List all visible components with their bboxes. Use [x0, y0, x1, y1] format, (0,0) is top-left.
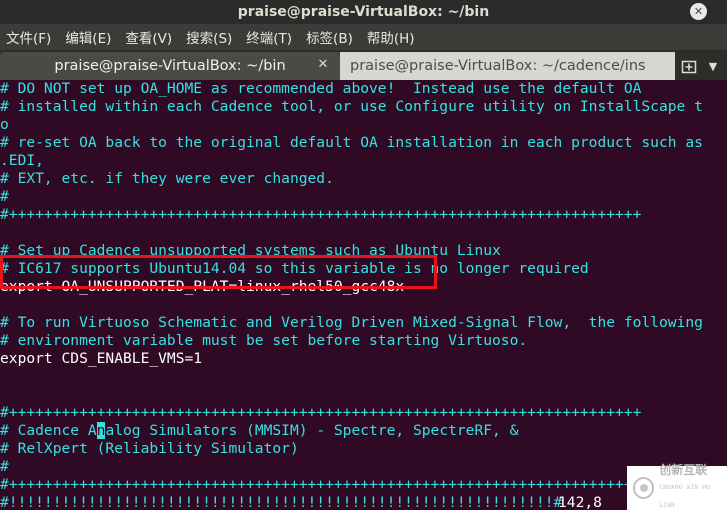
tab-bar: praise@praise-VirtualBox: ~/bin ✕ praise… [0, 50, 727, 80]
tab-label: praise@praise-VirtualBox: ~/cadence/inst… [350, 58, 646, 74]
close-icon[interactable]: ✕ [315, 57, 331, 73]
terminal-line: #!!!!!!!!!!!!!!!!!!!!!!!!!!!!!!!!!!!!!!!… [0, 494, 563, 510]
tab-bin[interactable]: praise@praise-VirtualBox: ~/bin ✕ [0, 52, 340, 80]
cursor-position: 142,8 [558, 494, 602, 510]
terminal-line: #+++++++++++++++++++++++++++++++++++++++… [0, 476, 642, 493]
menu-terminal[interactable]: 终端(T) [246, 27, 292, 47]
terminal-line: # [0, 458, 9, 475]
menu-tabs[interactable]: 标签(B) [306, 27, 353, 47]
menu-help[interactable]: 帮助(H) [367, 27, 415, 47]
watermark-sub: CHUANG XIN HU LIAN [659, 484, 711, 509]
terminal-line: export CDS_ENABLE_VMS=1 [0, 350, 203, 367]
menu-edit[interactable]: 编辑(E) [65, 27, 111, 47]
highlight-annotation-box [0, 255, 437, 289]
menu-file[interactable]: 文件(F) [6, 27, 51, 47]
terminal-line: # installed within each Cadence tool, or… [0, 98, 703, 115]
new-tab-icon[interactable] [675, 52, 703, 80]
terminal-line: o [0, 116, 9, 133]
terminal-line: # DO NOT set up OA_HOME as recommended a… [0, 80, 642, 97]
window-title: praise@praise-VirtualBox: ~/bin [237, 4, 490, 20]
terminal-line: # EXT, etc. if they were ever changed. [0, 170, 334, 187]
chevron-down-icon[interactable]: ▼ [703, 52, 723, 80]
watermark: 创新互联 CHUANG XIN HU LIAN [627, 463, 727, 510]
tab-label: praise@praise-VirtualBox: ~/bin [54, 58, 286, 74]
terminal-line: #+++++++++++++++++++++++++++++++++++++++… [0, 206, 642, 223]
text-cursor: n [96, 422, 106, 439]
terminal-line: # RelXpert (Reliability Simulator) [0, 440, 299, 457]
terminal-line: .EDI, [0, 152, 44, 169]
watermark-name: 创新互联 [659, 463, 708, 477]
title-bar[interactable]: praise@praise-VirtualBox: ~/bin ✕ [0, 0, 727, 24]
terminal-content[interactable]: export MMSIMHOME=$CADHOME/MMSIM151#!!!!!… [0, 80, 727, 510]
tab-cadence[interactable]: praise@praise-VirtualBox: ~/cadence/inst… [340, 52, 675, 80]
terminal-line: # environment variable must be set befor… [0, 332, 528, 349]
menu-bar: 文件(F) 编辑(E) 查看(V) 搜索(S) 终端(T) 标签(B) 帮助(H… [0, 24, 727, 50]
terminal-line: #+++++++++++++++++++++++++++++++++++++++… [0, 404, 642, 421]
close-icon[interactable]: ✕ [690, 3, 707, 20]
terminal-line: # To run Virtuoso Schematic and Verilog … [0, 314, 703, 331]
terminal-line: # [0, 188, 9, 205]
menu-search[interactable]: 搜索(S) [186, 27, 232, 47]
terminal-line: # Cadence Analog Simulators (MMSIM) - Sp… [0, 422, 519, 439]
terminal-line: # re-set OA back to the original default… [0, 134, 703, 151]
terminal-window: praise@praise-VirtualBox: ~/bin ✕ 文件(F) … [0, 0, 727, 510]
watermark-logo-icon [633, 477, 655, 499]
menu-view[interactable]: 查看(V) [125, 27, 172, 47]
